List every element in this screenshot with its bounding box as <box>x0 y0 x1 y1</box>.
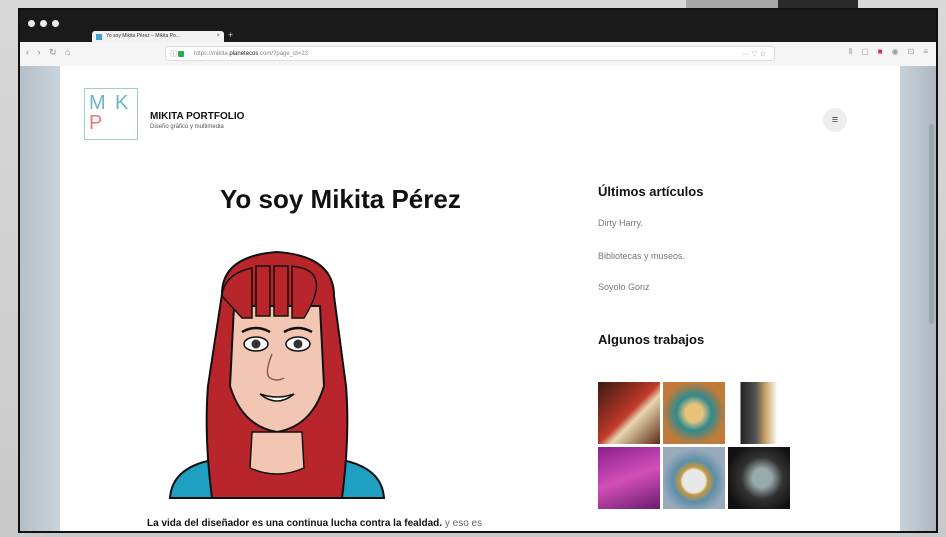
page-scrollbar[interactable] <box>929 124 934 324</box>
site-tagline: Diseño gráfico y multimedia <box>150 124 224 130</box>
tab-close-icon[interactable]: × <box>216 31 220 42</box>
article-link[interactable]: Dirty Harry. <box>598 218 643 228</box>
page-viewport: M K P MIKITA PORTFOLIO Diseño gráfico y … <box>20 66 936 531</box>
logo-letter-p: P <box>89 112 103 134</box>
article-link[interactable]: Soyolo Gonz <box>598 282 650 292</box>
address-bar[interactable]: ⓘ https://mikita.planetecos.com/?page_id… <box>165 46 775 61</box>
url-prefix: https://mikita. <box>194 51 230 57</box>
works-heading: Algunos trabajos <box>598 332 705 347</box>
close-window-icon[interactable] <box>28 20 35 27</box>
toolbar-icons: ⫴ ▢ ■ ◉ ⊡ ≡ <box>849 47 928 57</box>
screenshot-icon[interactable]: ⊡ <box>908 47 915 57</box>
maximize-window-icon[interactable] <box>52 20 59 27</box>
gallery-thumbnail[interactable] <box>598 447 660 509</box>
latest-articles-heading: Últimos artículos <box>598 184 704 199</box>
works-gallery <box>598 382 790 509</box>
menu-icon[interactable]: ≡ <box>823 108 847 132</box>
avatar-illustration <box>152 236 402 506</box>
tab-bar: Yo soy Mikita Pérez – Mikita Po... × + <box>20 10 936 42</box>
intro-bold: La vida del diseñador es una continua lu… <box>147 518 443 529</box>
browser-tab[interactable]: Yo soy Mikita Pérez – Mikita Po... × <box>92 31 224 42</box>
favicon-icon <box>96 34 102 40</box>
page-heading: Yo soy Mikita Pérez <box>220 184 461 214</box>
url-domain: planetecos <box>229 51 259 57</box>
new-tab-button[interactable]: + <box>228 30 233 40</box>
avatar-svg <box>168 250 386 499</box>
gallery-thumbnail[interactable] <box>663 447 725 509</box>
webpage: M K P MIKITA PORTFOLIO Diseño gráfico y … <box>60 66 900 531</box>
browser-window: Yo soy Mikita Pérez – Mikita Po... × + ‹… <box>18 8 938 533</box>
minimize-window-icon[interactable] <box>40 20 47 27</box>
window-controls[interactable] <box>28 20 59 27</box>
pocket-icon[interactable]: ■ <box>878 47 883 57</box>
intro-text: La vida del diseñador es una continua lu… <box>147 518 482 529</box>
article-link[interactable]: Bibliotecas y museos. <box>598 251 685 261</box>
url-suffix: .com/?page_id=23 <box>258 51 308 57</box>
navigation-bar: ‹ › ↻ ⌂ ⓘ https://mikita.planetecos.com/… <box>20 42 936 67</box>
intro-rest: y eso es <box>442 518 483 529</box>
logo-letter-k: K <box>115 92 129 114</box>
gallery-thumbnail[interactable] <box>663 382 725 444</box>
app-menu-icon[interactable]: ≡ <box>923 47 928 57</box>
tab-title: Yo soy Mikita Pérez – Mikita Po... <box>106 33 181 39</box>
gallery-thumbnail[interactable] <box>598 382 660 444</box>
url-actions[interactable]: ··· ♡ ☆ <box>743 47 766 62</box>
logo-letter-m: M <box>89 92 106 114</box>
sidebar-icon[interactable]: ▢ <box>861 47 869 57</box>
lock-icon <box>178 51 184 57</box>
gallery-thumbnail[interactable] <box>728 382 790 444</box>
library-icon[interactable]: ⫴ <box>849 47 852 57</box>
site-logo[interactable]: M K P <box>84 88 138 140</box>
nav-buttons[interactable]: ‹ › ↻ ⌂ <box>26 47 73 58</box>
site-title[interactable]: MIKITA PORTFOLIO <box>150 111 244 122</box>
extension-icon[interactable]: ◉ <box>892 47 899 57</box>
gallery-thumbnail[interactable] <box>728 447 790 509</box>
info-icon[interactable]: ⓘ <box>170 47 177 62</box>
